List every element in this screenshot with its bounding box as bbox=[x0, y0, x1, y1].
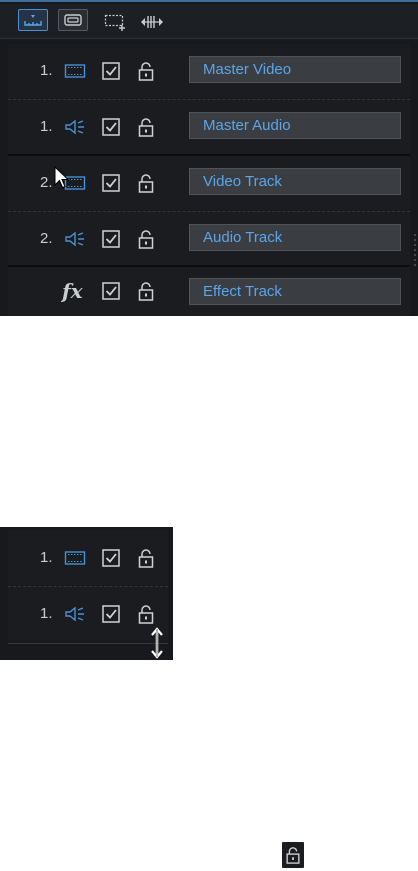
unlock-icon[interactable] bbox=[135, 229, 157, 249]
track-row-audio-track[interactable]: 2. Audio Track bbox=[8, 211, 410, 266]
speaker-icon bbox=[65, 606, 84, 622]
speaker-icon bbox=[65, 231, 84, 247]
track-name-field[interactable]: Master Video bbox=[189, 56, 401, 83]
track-row-master-video[interactable]: 1. bbox=[8, 531, 168, 585]
unlock-icon[interactable] bbox=[135, 173, 157, 193]
unlock-icon[interactable] bbox=[135, 548, 157, 568]
speaker-icon bbox=[65, 119, 84, 135]
track-name-field[interactable]: Video Track bbox=[189, 168, 401, 195]
track-row-master-video[interactable]: 1. Master Video bbox=[8, 44, 410, 98]
resize-grip[interactable] bbox=[414, 234, 416, 268]
checkbox-checked-icon[interactable] bbox=[100, 281, 122, 301]
unlock-icon[interactable] bbox=[135, 117, 157, 137]
track-row-master-audio[interactable]: 1. bbox=[8, 586, 168, 641]
track-number: 1. bbox=[40, 62, 53, 79]
track-toolbar bbox=[0, 4, 418, 39]
add-track-icon bbox=[104, 14, 125, 31]
timeline-mode-button[interactable] bbox=[18, 9, 48, 31]
track-number: 1. bbox=[40, 549, 53, 566]
track-name-field[interactable]: Audio Track bbox=[189, 224, 401, 251]
track-divider bbox=[8, 643, 168, 644]
checkbox-checked-icon[interactable] bbox=[100, 61, 122, 81]
film-icon bbox=[64, 64, 86, 78]
checkbox-checked-icon[interactable] bbox=[100, 117, 122, 137]
unlock-icon[interactable] bbox=[135, 61, 157, 81]
resize-vertical-icon bbox=[151, 627, 163, 659]
checkbox-checked-icon[interactable] bbox=[100, 548, 122, 568]
track-row-effect-track[interactable]: fx Effect Track bbox=[8, 265, 410, 316]
checkbox-checked-icon[interactable] bbox=[100, 604, 122, 624]
track-number: 1. bbox=[40, 605, 53, 622]
standalone-unlock bbox=[282, 842, 304, 868]
storyboard-icon bbox=[64, 14, 82, 26]
add-track-button[interactable] bbox=[104, 12, 128, 32]
fit-tracks-button[interactable] bbox=[140, 12, 164, 32]
fit-width-icon bbox=[141, 16, 163, 28]
track-header-panel: 1. Master Video 1. Master Audio 2. Video… bbox=[0, 0, 418, 316]
unlock-icon bbox=[286, 847, 300, 864]
unlock-icon[interactable] bbox=[135, 604, 157, 624]
storyboard-mode-button[interactable] bbox=[58, 9, 88, 31]
checkbox-checked-icon[interactable] bbox=[100, 173, 122, 193]
track-name-field[interactable]: Master Audio bbox=[189, 112, 401, 139]
timeline-ruler-icon bbox=[24, 15, 42, 26]
fx-icon: fx bbox=[62, 279, 83, 303]
checkbox-checked-icon[interactable] bbox=[100, 229, 122, 249]
mouse-pointer-icon bbox=[54, 166, 70, 189]
unlock-icon[interactable] bbox=[135, 281, 157, 301]
track-number: 2. bbox=[40, 230, 53, 247]
track-header-mini-panel: 1. 1. bbox=[0, 527, 173, 660]
track-row-master-audio[interactable]: 1. Master Audio bbox=[8, 99, 410, 154]
track-number: 1. bbox=[40, 118, 53, 135]
film-icon bbox=[64, 551, 86, 565]
track-name-field[interactable]: Effect Track bbox=[189, 278, 401, 305]
